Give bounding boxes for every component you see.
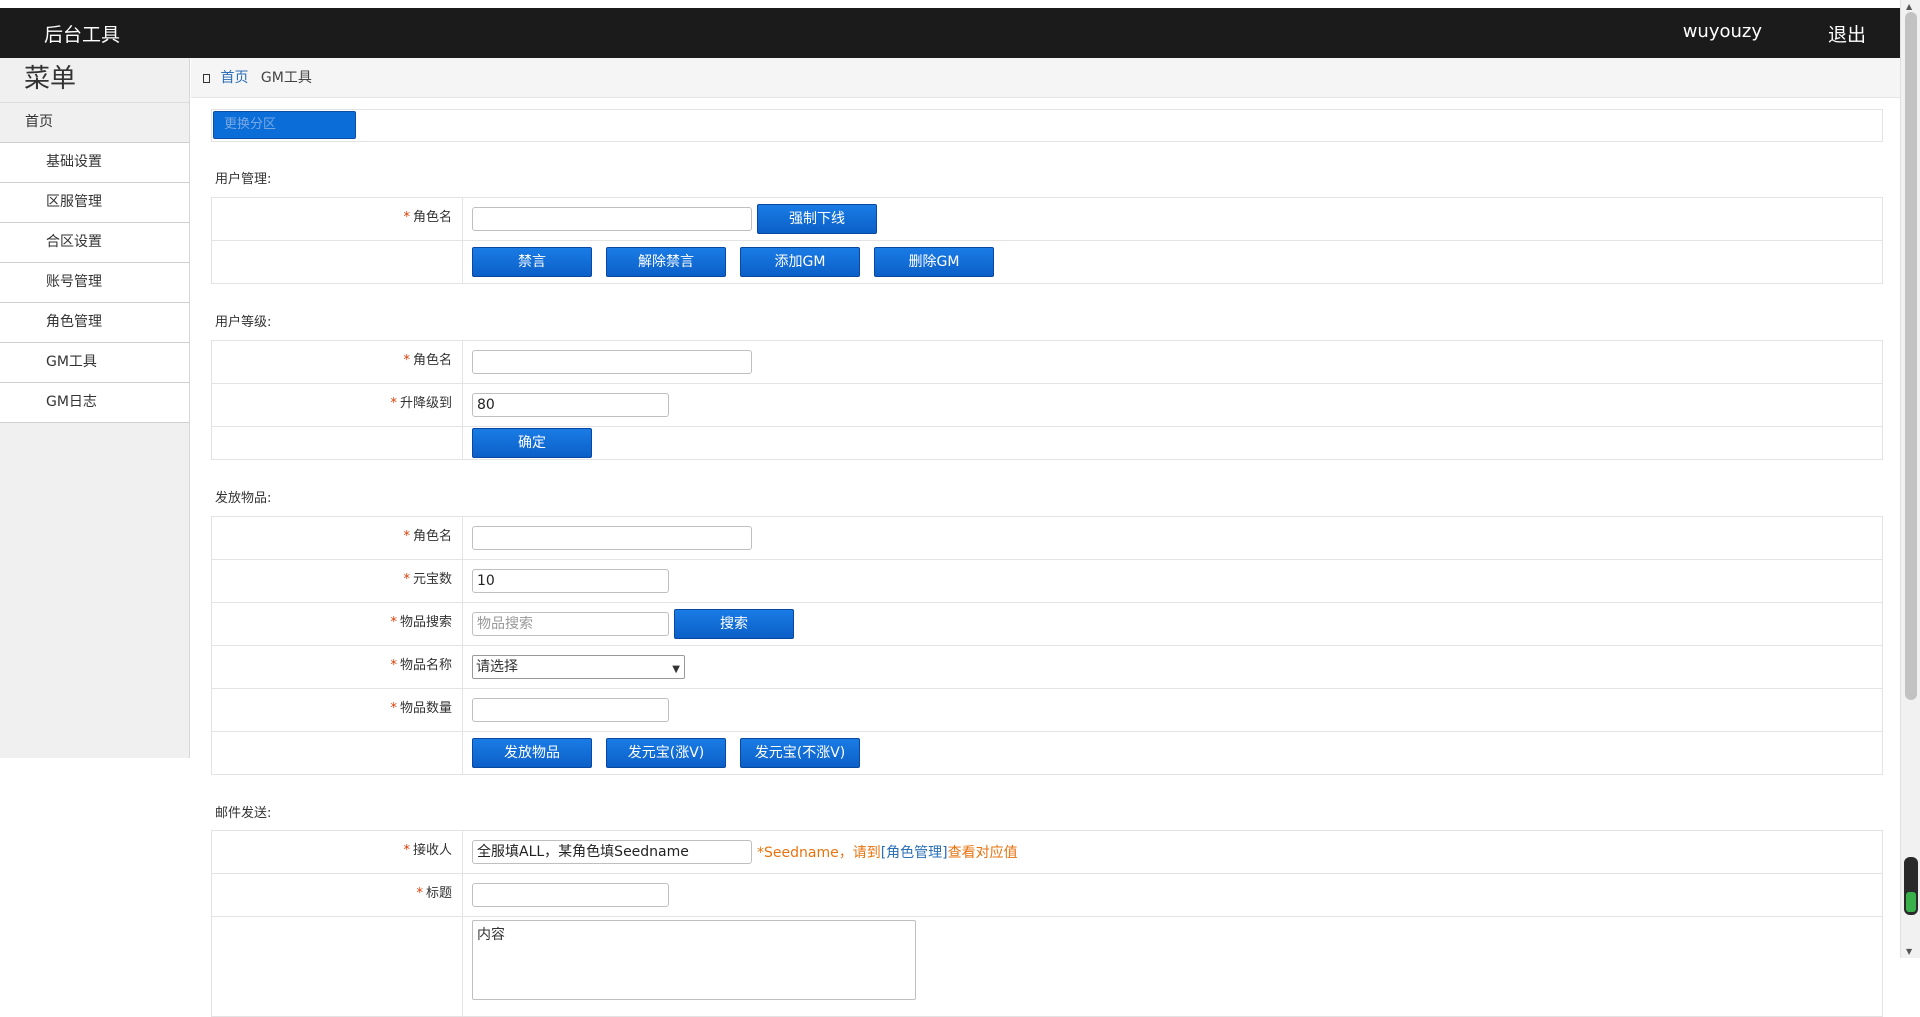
- user-level-form: * 角色名 * 升降级到 80 确定: [211, 340, 1883, 460]
- subject-input[interactable]: [472, 883, 669, 907]
- yuanbao-label: * 元宝数: [212, 560, 463, 602]
- form-row: * 角色名: [212, 517, 1882, 560]
- home-icon: [203, 73, 210, 83]
- remove-gm-button[interactable]: 删除GM: [874, 247, 994, 277]
- form-row: * 角色名 强制下线: [212, 198, 1882, 241]
- item-name-select[interactable]: 请选择 ▼: [472, 655, 685, 679]
- main-content: 首页 GM工具 更换分区 用户管理: * 角色名 强制下线 禁言 解除禁言 添加G…: [191, 58, 1900, 1017]
- item-name-label: * 物品名称: [212, 646, 463, 688]
- sidebar-item-basic-settings[interactable]: 基础设置: [0, 143, 189, 183]
- form-row: * 接收人 全服填ALL，某角色填Seedname *Seedname，请到[角色…: [212, 831, 1882, 874]
- breadcrumb: 首页 GM工具: [191, 58, 1900, 98]
- scroll-up-icon[interactable]: ▲: [1906, 2, 1912, 11]
- form-row: * 元宝数 10: [212, 560, 1882, 603]
- floating-widget-indicator: [1906, 892, 1916, 912]
- scroll-down-icon[interactable]: ▼: [1906, 947, 1912, 956]
- breadcrumb-home[interactable]: 首页: [220, 70, 248, 86]
- form-row: * 标题: [212, 874, 1882, 917]
- form-row: 禁言 解除禁言 添加GM 删除GM: [212, 241, 1882, 284]
- role-name-input[interactable]: [472, 526, 752, 550]
- sidebar-item-merge-settings[interactable]: 合区设置: [0, 223, 189, 263]
- receiver-label: * 接收人: [212, 831, 463, 873]
- level-input[interactable]: 80: [472, 393, 669, 417]
- form-row: * 角色名: [212, 341, 1882, 384]
- sidebar-item-gm-tools[interactable]: GM工具: [0, 343, 189, 383]
- item-count-input[interactable]: [472, 698, 669, 722]
- page-scrollbar[interactable]: ▲ ▼: [1900, 0, 1920, 958]
- menu-title: 菜单: [0, 58, 189, 103]
- role-name-label: * 角色名: [212, 517, 463, 559]
- breadcrumb-current: GM工具: [260, 70, 312, 86]
- sidebar-item-role-manage[interactable]: 角色管理: [0, 303, 189, 343]
- receiver-input[interactable]: 全服填ALL，某角色填Seedname: [472, 840, 752, 864]
- confirm-level-button[interactable]: 确定: [472, 428, 592, 458]
- role-manage-link[interactable]: [角色管理]: [881, 845, 948, 861]
- subject-label: * 标题: [212, 874, 463, 916]
- form-row: 确定: [212, 427, 1882, 460]
- mute-button[interactable]: 禁言: [472, 247, 592, 277]
- section-title-user-manage: 用户管理:: [215, 172, 272, 187]
- give-yuanbao-no-vip-button[interactable]: 发元宝(不涨V): [740, 738, 860, 768]
- chevron-down-icon: ▼: [672, 664, 680, 675]
- logout-link[interactable]: 退出: [1828, 20, 1866, 47]
- section-title-user-level: 用户等级:: [215, 315, 272, 330]
- role-name-label: * 角色名: [212, 198, 463, 240]
- form-row: 内容: [212, 917, 1882, 1017]
- section-title-give-items: 发放物品:: [215, 491, 272, 506]
- role-name-label: * 角色名: [212, 341, 463, 383]
- give-yuanbao-vip-button[interactable]: 发元宝(涨V): [606, 738, 726, 768]
- scrollbar-thumb[interactable]: [1905, 12, 1917, 700]
- role-name-input[interactable]: [472, 207, 752, 231]
- username[interactable]: wuyouzy: [1683, 21, 1762, 42]
- form-row: * 物品名称 请选择 ▼: [212, 646, 1882, 689]
- force-offline-button[interactable]: 强制下线: [757, 204, 877, 234]
- sidebar-item-account-manage[interactable]: 账号管理: [0, 263, 189, 303]
- change-area-button[interactable]: 更换分区: [213, 111, 356, 139]
- form-row: * 物品数量: [212, 689, 1882, 732]
- give-item-button[interactable]: 发放物品: [472, 738, 592, 768]
- search-button[interactable]: 搜索: [674, 609, 794, 639]
- user-manage-form: * 角色名 强制下线 禁言 解除禁言 添加GM 删除GM: [211, 197, 1883, 284]
- top-navbar: 后台工具 wuyouzy 退出: [0, 8, 1900, 58]
- give-items-form: * 角色名 * 元宝数 10 * 物品搜索 物品搜索 搜索 * 物品名称 请选择 ▼ *…: [211, 516, 1883, 775]
- area-row: 更换分区: [211, 109, 1883, 142]
- role-name-input[interactable]: [472, 350, 752, 374]
- unmute-button[interactable]: 解除禁言: [606, 247, 726, 277]
- mail-form: * 接收人 全服填ALL，某角色填Seedname *Seedname，请到[角色…: [211, 830, 1883, 1017]
- form-row: * 物品搜索 物品搜索 搜索: [212, 603, 1882, 646]
- item-search-input[interactable]: 物品搜索: [472, 612, 669, 636]
- item-search-label: * 物品搜索: [212, 603, 463, 645]
- receiver-hint: *Seedname，请到[角色管理]查看对应值: [757, 845, 1018, 861]
- form-row: * 升降级到 80: [212, 384, 1882, 427]
- section-title-mail: 邮件发送:: [215, 806, 272, 821]
- sidebar: 菜单 首页 基础设置 区服管理 合区设置 账号管理 角色管理 GM工具 GM日志: [0, 58, 190, 758]
- add-gm-button[interactable]: 添加GM: [740, 247, 860, 277]
- item-count-label: * 物品数量: [212, 689, 463, 731]
- app-brand[interactable]: 后台工具: [44, 20, 120, 47]
- content-textarea[interactable]: 内容: [472, 920, 916, 1000]
- level-to-label: * 升降级到: [212, 384, 463, 426]
- form-row: 发放物品 发元宝(涨V) 发元宝(不涨V): [212, 732, 1882, 775]
- yuanbao-input[interactable]: 10: [472, 569, 669, 593]
- sidebar-item-home[interactable]: 首页: [0, 103, 189, 143]
- sidebar-item-gm-log[interactable]: GM日志: [0, 383, 189, 423]
- sidebar-item-server-manage[interactable]: 区服管理: [0, 183, 189, 223]
- item-name-selected: 请选择: [476, 659, 518, 675]
